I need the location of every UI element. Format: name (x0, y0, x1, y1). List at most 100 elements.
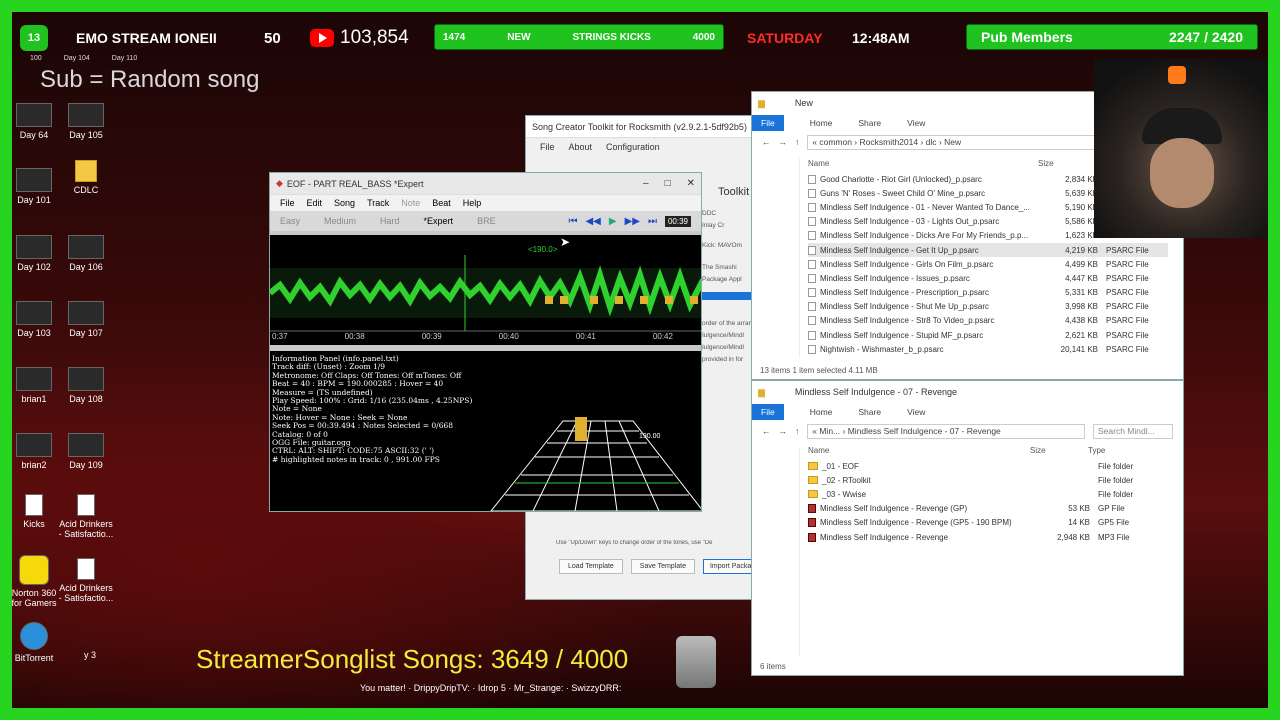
file-row[interactable]: _01 - EOF File folder (808, 459, 1168, 473)
file-row[interactable]: Mindless Self Indulgence - Revenge (GP5 … (808, 516, 1168, 530)
file-row-selected[interactable]: Mindless Self Indulgence - Get It Up_p.p… (808, 242, 1168, 258)
tab-file[interactable]: File (752, 404, 784, 420)
load-template-button[interactable]: Load Template (559, 559, 623, 574)
breadcrumb-item[interactable]: Mindless Self Indulgence - 07 - Revenge (848, 426, 1001, 436)
menu-configuration[interactable]: Configuration (606, 142, 660, 152)
desktop-icon-day107[interactable]: Day 107 (58, 301, 114, 338)
explorer-titlebar: ▆ Mindless Self Indulgence - 07 - Reveng… (752, 381, 1183, 403)
desktop-icon-brian2[interactable]: brian2 (6, 433, 62, 470)
file-row[interactable]: Mindless Self Indulgence - Stupid MF_p.p… (808, 328, 1168, 342)
import-package-button[interactable]: Import Packa (702, 559, 759, 574)
desktop-icon-cdlc[interactable]: CDLC (58, 160, 114, 195)
column-name[interactable]: Name (808, 446, 1030, 455)
waveform-editor[interactable]: <190.0> ➤ 0:37 00:38 00:39 00:40 00:41 0… (270, 235, 701, 345)
desktop-icon-y3[interactable]: y 3 (62, 650, 118, 660)
menu-file[interactable]: File (540, 142, 555, 152)
breadcrumb-item[interactable]: common (819, 137, 852, 147)
file-row[interactable]: Nightwish - Wishmaster_b_p.psarc 20,141 K… (808, 342, 1168, 356)
forward-arrow-icon[interactable]: → (779, 426, 788, 436)
file-row[interactable]: Mindless Self Indulgence - Revenge 2,948 … (808, 530, 1168, 544)
desktop-icon-label: Norton 360 for Gamers (11, 588, 57, 608)
streamer-face (1150, 138, 1214, 208)
desktop-icon-acid-drinkers-1[interactable]: Acid Drinkers - Satisfactio... (58, 494, 114, 539)
tab-bre[interactable]: BRE (477, 216, 496, 226)
back-arrow-icon[interactable]: ← (762, 426, 771, 436)
tab-hard[interactable]: Hard (380, 216, 400, 226)
breadcrumb-item[interactable]: New (944, 137, 961, 147)
desktop-icon-day105[interactable]: Day 105 (58, 103, 114, 140)
desktop-icon-brian1[interactable]: brian1 (6, 367, 62, 404)
tab-home[interactable]: Home (810, 118, 833, 128)
menu-beat[interactable]: Beat (432, 198, 451, 208)
up-arrow-icon[interactable]: ↑ (795, 426, 799, 436)
up-arrow-icon[interactable]: ↑ (795, 137, 799, 147)
tab-home[interactable]: Home (810, 407, 833, 417)
time-tick: 00:42 (652, 332, 673, 341)
column-size[interactable]: Size (1038, 159, 1098, 168)
timeline-ruler: 0:37 00:38 00:39 00:40 00:41 00:42 (270, 332, 701, 341)
desktop-icon-day109[interactable]: Day 109 (58, 433, 114, 470)
selected-arrangement[interactable] (702, 292, 754, 300)
back-arrow-icon[interactable]: ← (762, 137, 771, 147)
skip-end-icon[interactable]: ⏭ (648, 216, 657, 227)
navigation-pane[interactable] (752, 158, 800, 358)
skip-start-icon[interactable]: ⏮ (568, 216, 577, 227)
close-button[interactable]: ✕ (687, 178, 695, 189)
psarc-file-icon (808, 259, 816, 269)
rewind-icon[interactable]: ◀◀ (585, 216, 600, 227)
tab-file[interactable]: File (752, 115, 784, 131)
file-row[interactable]: Mindless Self Indulgence - Shut Me Up_p.… (808, 300, 1168, 314)
tab-expert[interactable]: *Expert (424, 216, 454, 226)
desktop-icon-day102[interactable]: Day 102 (6, 235, 62, 272)
breadcrumb-item[interactable]: Rocksmith2014 (860, 137, 919, 147)
desktop-icon-day108[interactable]: Day 108 (58, 367, 114, 404)
navigation-pane[interactable] (752, 447, 800, 657)
desktop-icon-day106[interactable]: Day 106 (58, 235, 114, 272)
menu-note[interactable]: Note (401, 198, 420, 208)
fast-forward-icon[interactable]: ▶▶ (625, 216, 640, 227)
column-type[interactable]: Type (1088, 446, 1105, 455)
desktop-icon-bittorrent[interactable]: BitTorrent (6, 622, 62, 663)
psarc-file-icon (808, 273, 816, 283)
forward-arrow-icon[interactable]: → (779, 137, 788, 147)
file-row[interactable]: Mindless Self Indulgence - Prescription_… (808, 286, 1168, 300)
file-row[interactable]: _03 - Wwise File folder (808, 487, 1168, 501)
tab-share[interactable]: Share (858, 118, 881, 128)
column-size[interactable]: Size (1030, 446, 1088, 455)
desktop-icon-day101[interactable]: Day 101 (6, 168, 62, 205)
tab-view[interactable]: View (907, 407, 925, 417)
column-name[interactable]: Name (808, 159, 1038, 168)
tab-share[interactable]: Share (858, 407, 881, 417)
menu-about[interactable]: About (569, 142, 593, 152)
search-input[interactable]: Search Mindl... (1093, 423, 1173, 439)
tab-medium[interactable]: Medium (324, 216, 356, 226)
desktop-icon-kicks[interactable]: Kicks (6, 494, 62, 529)
minimize-button[interactable]: – (643, 178, 649, 189)
tab-easy[interactable]: Easy (280, 216, 300, 226)
menu-help[interactable]: Help (463, 198, 482, 208)
desktop-icon-day103[interactable]: Day 103 (6, 301, 62, 338)
file-row[interactable]: Mindless Self Indulgence - Girls On Film… (808, 257, 1168, 271)
desktop-icon-day64[interactable]: Day 64 (6, 103, 62, 140)
play-icon[interactable]: ▶ (609, 216, 617, 227)
file-row[interactable]: _02 - RToolkit File folder (808, 473, 1168, 487)
tab-view[interactable]: View (907, 118, 925, 128)
save-template-button[interactable]: Save Template (630, 559, 695, 574)
menu-file[interactable]: File (280, 198, 295, 208)
menu-track[interactable]: Track (367, 198, 389, 208)
file-name: Mindless Self Indulgence - 01 - Never Wa… (820, 202, 1030, 212)
breadcrumb-item[interactable]: dlc (926, 137, 937, 147)
desktop-icon-acid-drinkers-2[interactable]: Acid Drinkers - Satisfactio... (58, 558, 114, 603)
file-row[interactable]: Mindless Self Indulgence - Revenge (GP) 5… (808, 502, 1168, 516)
desktop-icon-norton[interactable]: Norton 360 for Gamers (6, 555, 62, 608)
file-row[interactable]: Mindless Self Indulgence - Issues_p.psar… (808, 271, 1168, 285)
menu-song[interactable]: Song (334, 198, 355, 208)
menu-edit[interactable]: Edit (307, 198, 323, 208)
address-bar[interactable]: « Min... › Mindless Self Indulgence - 07… (807, 423, 1085, 439)
maximize-button[interactable]: □ (665, 178, 671, 189)
side-item: DDC (702, 210, 717, 217)
psarc-file-icon (808, 174, 816, 184)
file-list-header: Name Size Type (808, 441, 1168, 459)
breadcrumb-item[interactable]: Min... (819, 426, 840, 436)
file-row[interactable]: Mindless Self Indulgence - Str8 To Video… (808, 314, 1168, 328)
